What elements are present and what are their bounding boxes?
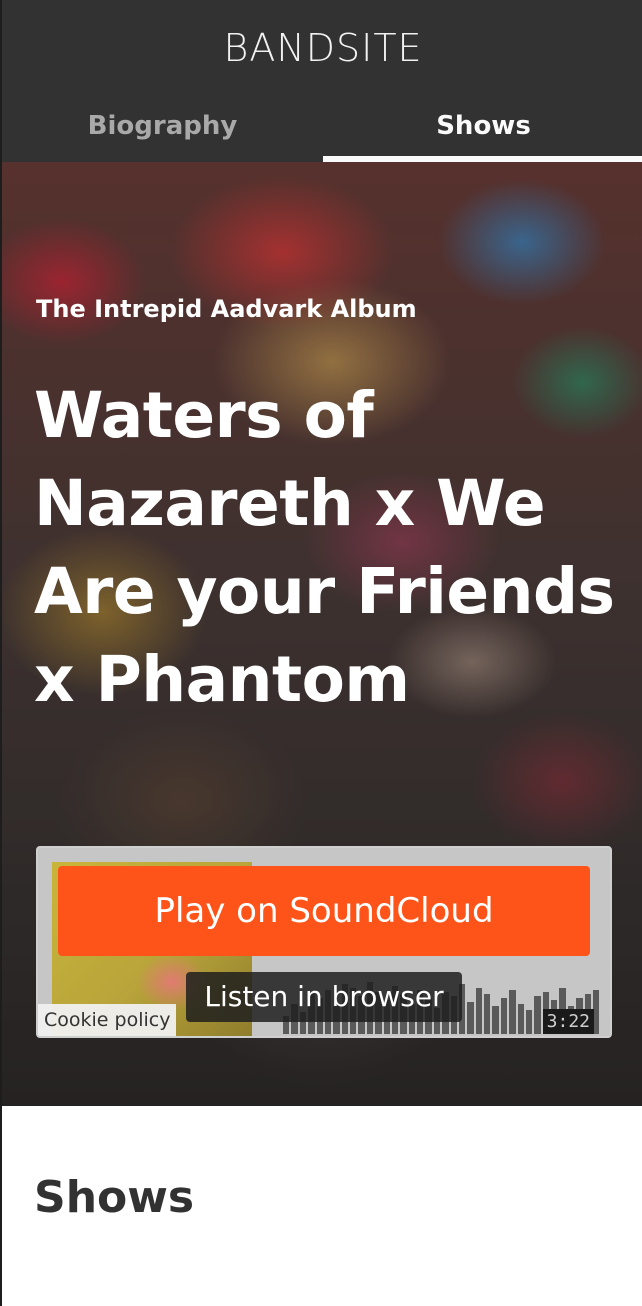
shows-heading: Shows (34, 1172, 195, 1223)
page-edge (0, 1106, 2, 1306)
site-logo[interactable]: BANDSITE (2, 26, 642, 70)
cookie-policy-link[interactable]: Cookie policy (38, 1004, 177, 1036)
nav-tabs: Biography Shows (2, 104, 642, 162)
waveform-bar (467, 1002, 474, 1034)
waveform-bar (509, 990, 516, 1034)
waveform-bar (525, 1010, 533, 1034)
tab-shows[interactable]: Shows (323, 104, 642, 162)
waveform-bar (492, 1006, 499, 1034)
waveform-bar (534, 996, 541, 1034)
hero-banner: The Intrepid Aadvark Album Waters of Naz… (0, 162, 642, 1106)
waveform-bar (500, 998, 508, 1034)
hero-title-line: Nazareth x We (34, 467, 546, 540)
hero-title: Waters of Nazareth x We Are your Friends… (34, 372, 634, 724)
track-duration: 3:22 (542, 1009, 594, 1034)
waveform-bar (484, 994, 491, 1034)
listen-in-browser-button[interactable]: Listen in browser (186, 972, 462, 1022)
play-on-soundcloud-button[interactable]: Play on SoundCloud (58, 866, 590, 956)
site-header: BANDSITE Biography Shows (0, 0, 642, 162)
waveform-bar (475, 988, 482, 1034)
tab-biography[interactable]: Biography (2, 104, 323, 162)
album-name: The Intrepid Aadvark Album (36, 295, 417, 323)
waveform-bar (517, 1004, 524, 1034)
hero-title-line: Waters of (34, 379, 374, 452)
hero-title-line: x Phantom (34, 643, 410, 716)
hero-title-line: Are your Friends (34, 555, 615, 628)
soundcloud-player: 3:22 Play on SoundCloud Listen in browse… (36, 846, 612, 1038)
